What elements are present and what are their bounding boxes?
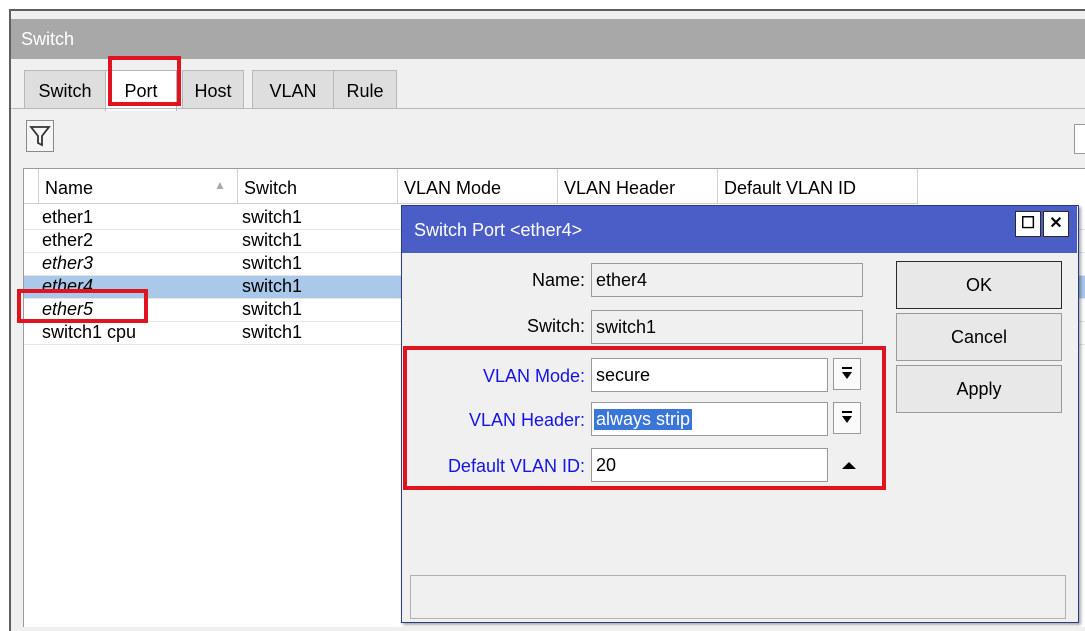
tab-rule[interactable]: Rule: [333, 70, 397, 109]
highlight-port-tab: [108, 56, 181, 106]
cell-switch: switch1: [242, 299, 303, 319]
ok-button[interactable]: OK: [896, 261, 1062, 309]
cell-switch: switch1: [242, 207, 303, 227]
filter-button[interactable]: [26, 120, 54, 152]
find-input[interactable]: [1074, 124, 1085, 154]
name-field: ether4: [591, 263, 863, 297]
cancel-button[interactable]: Cancel: [896, 313, 1062, 361]
column-header-vlan-mode[interactable]: VLAN Mode: [398, 169, 558, 204]
cell-switch: switch1: [242, 276, 303, 296]
window-title: Switch: [21, 29, 75, 49]
cell-name: ether1: [42, 207, 94, 227]
header-spacer: [24, 169, 39, 204]
cell-switch: switch1: [242, 230, 303, 250]
dialog-status-bar: [410, 575, 1066, 619]
window-titlebar[interactable]: Switch: [11, 19, 1085, 59]
close-icon: ✕: [1049, 215, 1063, 232]
column-header-default-vlan-id[interactable]: Default VLAN ID: [718, 169, 918, 204]
sort-indicator-icon: ▲: [214, 178, 226, 192]
close-button[interactable]: ✕: [1043, 211, 1069, 237]
maximize-icon: ☐: [1020, 215, 1036, 232]
cell-name: ether3: [42, 253, 94, 273]
dialog-titlebar[interactable]: Switch Port <ether4>: [402, 206, 1077, 253]
tab-host[interactable]: Host: [182, 70, 244, 109]
maximize-button[interactable]: ☐: [1015, 211, 1041, 237]
apply-button[interactable]: Apply: [896, 365, 1062, 413]
cell-switch: switch1: [242, 253, 303, 273]
column-header-switch[interactable]: Switch: [238, 169, 398, 204]
highlight-vlan-settings: [403, 346, 886, 490]
tab-vlan[interactable]: VLAN: [252, 70, 334, 109]
dialog-title: Switch Port <ether4>: [414, 220, 583, 240]
tab-switch[interactable]: Switch: [24, 70, 106, 109]
cell-switch: switch1: [242, 322, 303, 342]
column-header-vlan-header[interactable]: VLAN Header: [558, 169, 718, 204]
filter-icon: [29, 126, 51, 147]
name-label: Name:: [531, 270, 585, 290]
cell-name: switch1 cpu: [42, 322, 137, 342]
cell-name: ether2: [42, 230, 94, 250]
switch-field: switch1: [591, 310, 863, 344]
switch-label: Switch:: [526, 316, 585, 336]
tab-divider: [11, 108, 1085, 109]
column-header-name[interactable]: Name ▲: [39, 169, 238, 204]
highlight-ether4-row: [17, 289, 148, 323]
